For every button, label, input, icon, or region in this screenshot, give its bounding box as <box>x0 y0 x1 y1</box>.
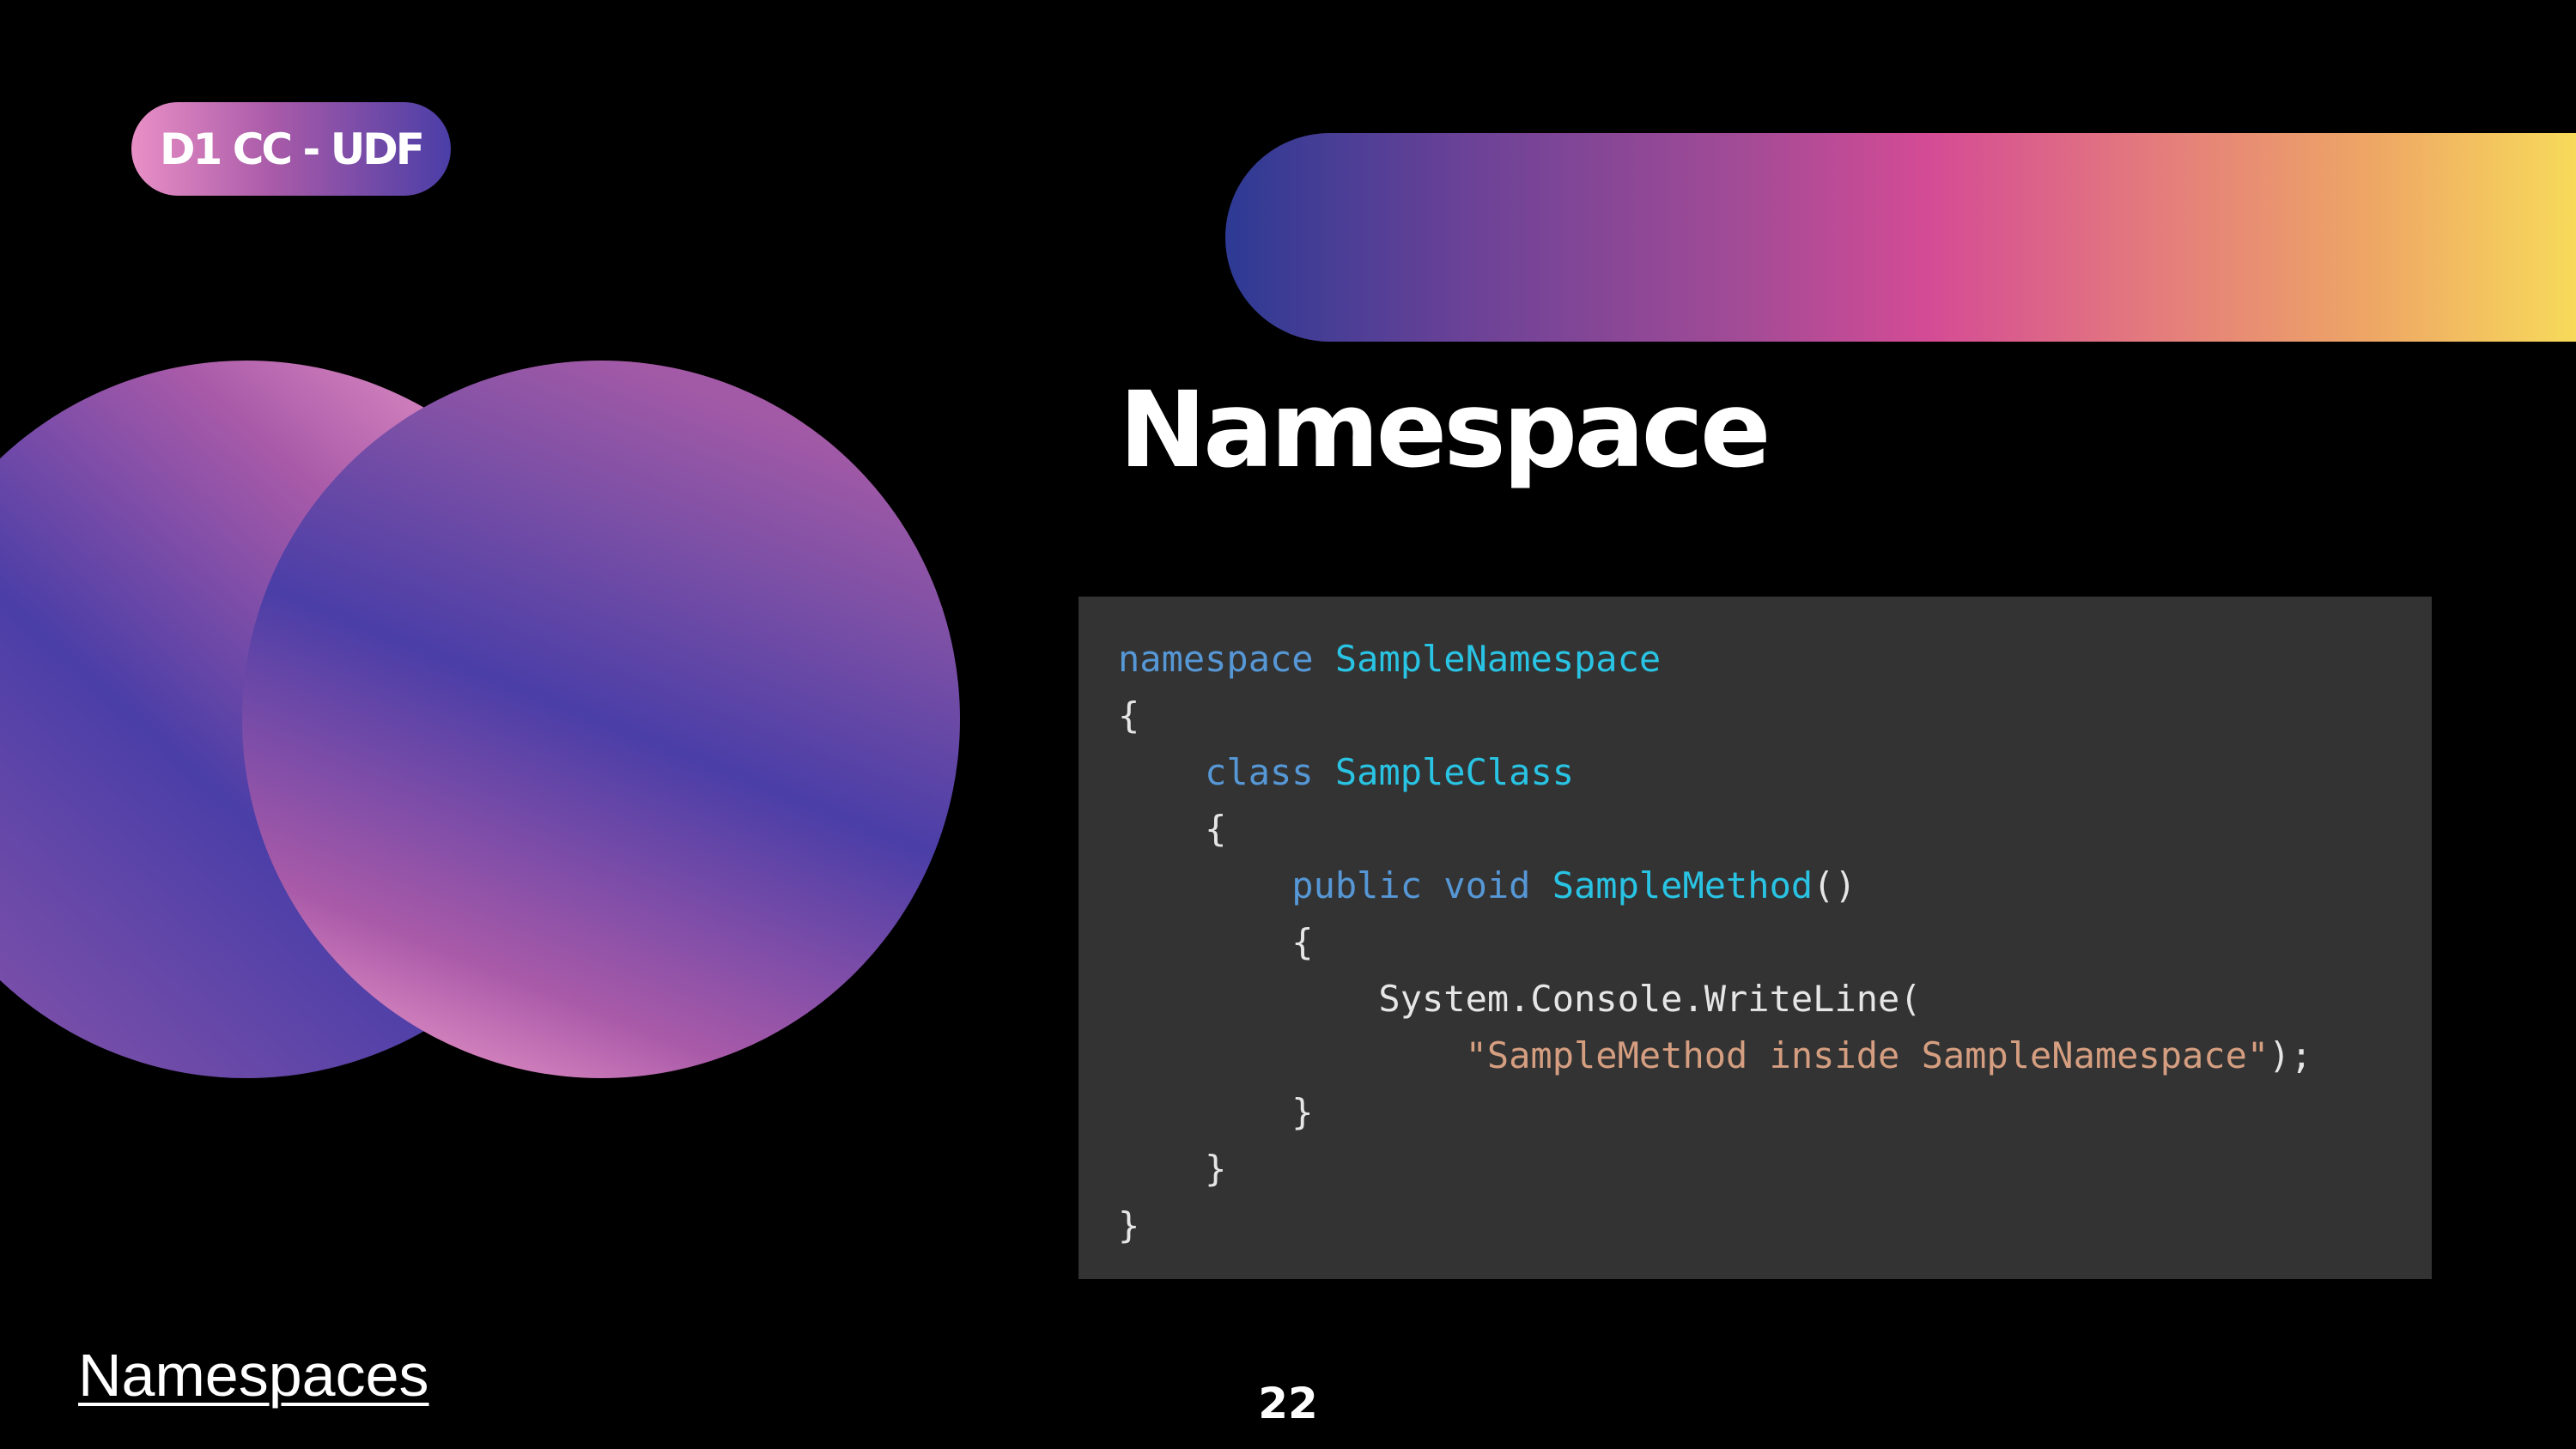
gradient-banner <box>1225 133 2576 342</box>
code-line: class SampleClass <box>1118 744 2432 801</box>
code-token: class <box>1118 751 1335 793</box>
decorative-circles <box>0 361 960 1078</box>
code-token: "SampleMethod inside SampleNamespace" <box>1465 1034 2269 1076</box>
code-line: } <box>1118 1141 2432 1197</box>
code-token: { <box>1118 808 1227 850</box>
code-token: ); <box>2269 1034 2312 1076</box>
slide: D1 CC - UDF Namespace namespace SampleNa… <box>0 0 2576 1449</box>
code-line: { <box>1118 688 2432 744</box>
code-token: { <box>1118 921 1314 963</box>
code-line: { <box>1118 914 2432 971</box>
section-tag: D1 CC - UDF <box>131 102 451 196</box>
code-token: } <box>1118 1204 1140 1246</box>
code-token: SampleClass <box>1334 751 1575 793</box>
code-line: public void SampleMethod() <box>1118 858 2432 914</box>
namespaces-link[interactable]: Namespaces <box>78 1341 429 1410</box>
code-token: } <box>1118 1148 1227 1190</box>
code-token: System.Console.WriteLine( <box>1118 978 1922 1020</box>
code-token: public void <box>1118 864 1552 906</box>
code-line: { <box>1118 801 2432 858</box>
code-lines: namespace SampleNamespace { class SampleC… <box>1118 631 2432 1254</box>
code-line: "SampleMethod inside SampleNamespace"); <box>1118 1028 2432 1084</box>
code-token: () <box>1813 864 1856 906</box>
code-line: } <box>1118 1084 2432 1141</box>
code-token: namespace <box>1118 638 1335 680</box>
section-tag-label: D1 CC - UDF <box>160 124 425 174</box>
code-token: SampleMethod <box>1552 864 1814 906</box>
code-line: System.Console.WriteLine( <box>1118 971 2432 1028</box>
code-token: } <box>1118 1091 1314 1133</box>
code-line: namespace SampleNamespace <box>1118 631 2432 688</box>
code-token: { <box>1118 694 1140 737</box>
slide-title: Namespace <box>1119 369 1771 491</box>
page-number: 22 <box>1258 1379 1318 1428</box>
front-circle <box>242 361 960 1078</box>
code-block: namespace SampleNamespace { class SampleC… <box>1078 597 2432 1279</box>
code-token: SampleNamespace <box>1334 638 1662 680</box>
code-line: } <box>1118 1197 2432 1254</box>
